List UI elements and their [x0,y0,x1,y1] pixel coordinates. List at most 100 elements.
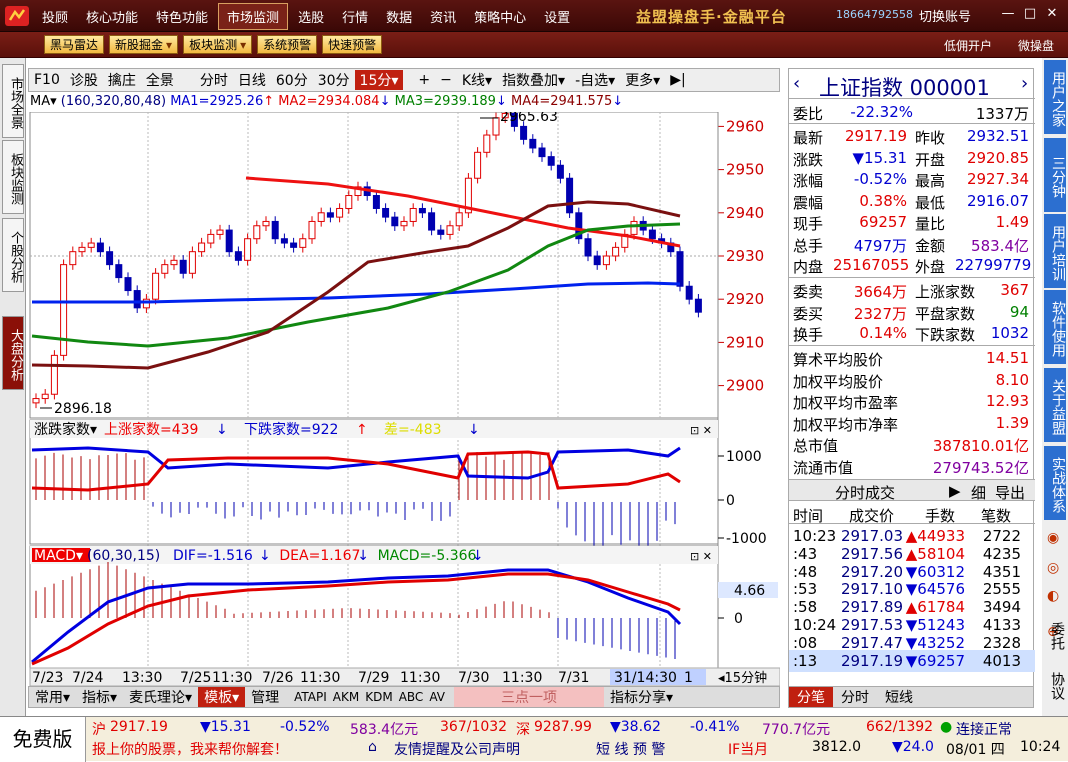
chart-tool-10[interactable]: − [435,72,457,88]
chart-tool-2[interactable]: 擒庄 [103,70,141,90]
side-tab-0[interactable]: 用户之家 [1044,60,1066,134]
sz-updown: 662/1392 [866,719,933,735]
chart-tool-11[interactable]: K线▾ [457,70,497,90]
left-tab-1[interactable]: 板块监测 [2,140,24,214]
quote-row-5-cell: 4797万 [833,235,907,256]
flame-icon[interactable]: ◉ [1047,530,1059,546]
indicator-tab-3[interactable]: 模板▾ [198,687,245,707]
quote-tab-1[interactable]: 分时 [833,687,877,707]
quote-tab-2[interactable]: 短线 [877,687,921,707]
chart-area[interactable]: 2960 2950 2940 2930 2920 2910 2900 2965.63 289… [28,112,780,688]
sh-index[interactable]: 2917.19 [110,719,168,735]
side-tab-2[interactable]: 用户培训 [1044,214,1066,288]
candle-body [521,126,527,139]
chart-tool-1[interactable]: 诊股 [65,70,103,90]
feature-button-0[interactable]: 黑马雷达 [44,35,104,54]
menu-item-1[interactable]: 核心功能 [78,4,146,29]
chart-tool-9[interactable]: + [413,72,435,88]
toolbar-link-1[interactable]: 微操盘 [1018,37,1054,54]
menu-item-6[interactable]: 数据 [378,4,420,29]
sh-pct: -0.52% [280,719,330,735]
notice-link[interactable]: 友情提醒及公司声明 [394,739,520,759]
menu-item-4[interactable]: 选股 [290,4,332,29]
stat-row-2: 换手 0.14% 下跌家数 1032 [789,322,1035,344]
ma-label[interactable]: MA [30,94,50,109]
indicator-tab-6[interactable]: AKM [330,690,362,704]
side-entrust-label[interactable]: 委托 [1047,622,1067,650]
menu-item-0[interactable]: 投顾 [34,4,76,29]
left-tab-0[interactable]: 市场全景 [2,64,24,138]
quote-row-4-cell: 量比 [915,213,945,234]
left-tab-3[interactable]: 大盘分析 [2,316,24,390]
ticks-export-button[interactable]: 导出 [995,482,1025,503]
feature-button-3[interactable]: 系统预警 [257,35,317,54]
collapse-icon[interactable]: ▶| [665,72,690,88]
quote-row-2-cell: -0.52% [833,170,907,188]
candle-body [235,252,241,261]
indicator-tab-2[interactable]: 麦氏理论▾ [123,687,198,707]
ticks-detail-button[interactable]: 细 [971,482,986,503]
chart-tool-4[interactable]: 分时 [195,70,233,90]
indicator-tab-4[interactable]: 管理 [245,687,285,707]
menu-item-9[interactable]: 设置 [536,4,578,29]
feature-button-4[interactable]: 快速预警 [322,35,382,54]
menu-item-7[interactable]: 资讯 [422,4,464,29]
close-icon[interactable]: ✕ [1044,6,1060,22]
indicator-tab-1[interactable]: 指标▾ [76,687,123,707]
quote-tab-0[interactable]: 分笔 [789,687,833,707]
minimize-icon[interactable]: — [1000,6,1016,22]
menu-item-8[interactable]: 策略中心 [466,4,534,29]
sz-index[interactable]: 9287.99 [534,719,592,735]
chart-tool-0[interactable]: F10 [29,72,65,88]
candle-body [373,196,379,209]
feature-button-1[interactable]: 新股掘金 [109,35,178,54]
side-tab-5[interactable]: 实战体系 [1044,446,1066,520]
candle-body [171,260,177,264]
indicator-tab-7[interactable]: KDM [362,690,395,704]
side-protocol-label[interactable]: 协议 [1047,672,1067,700]
candle-body [337,208,343,217]
time-axis-tick: 11:30 [502,670,542,686]
chart-tool-14[interactable]: 更多▾ [620,70,665,90]
chart-tool-7[interactable]: 30分 [313,70,355,90]
time-axis-tick: 13:30 [122,670,162,686]
indicator-tab-10[interactable]: 三点一项 [454,687,604,707]
chart-tool-5[interactable]: 日线 [233,70,271,90]
chart-tool-6[interactable]: 60分 [271,70,313,90]
user-icon[interactable]: ◐ [1047,588,1059,604]
scroll-message[interactable]: 报上你的股票，我来帮你解套！ [92,739,288,759]
side-tab-3[interactable]: 软件使用 [1044,290,1066,364]
indicator-tab-8[interactable]: ABC [396,690,427,704]
chart-tool-12[interactable]: 指数叠加▾ [497,70,570,90]
side-tab-4[interactable]: 关于益盟 [1044,368,1066,442]
quote-row-1-cell: 2920.85 [955,149,1029,167]
chat-icon[interactable]: ◎ [1047,560,1059,576]
indicator-tab-9[interactable]: AV [426,690,448,704]
candle-body [438,230,444,234]
chart-tool-3[interactable]: 全景 [141,70,179,90]
quote-row-4-cell: 1.49 [955,213,1029,231]
ticks-play-icon[interactable]: ▶ [949,482,961,500]
prev-stock-icon[interactable]: ‹ [793,73,800,94]
weibi-row-cell: 委比 [793,103,823,124]
menu-item-2[interactable]: 特色功能 [148,4,216,29]
indicator-tab-5[interactable]: ATAPI [291,690,330,704]
feature-button-2[interactable]: 板块监测 [183,35,252,54]
menu-item-3[interactable]: 市场监测 [218,3,288,30]
side-tab-1[interactable]: 三分钟 [1044,138,1066,212]
chart-tool-8[interactable]: 15分▾ [355,70,404,90]
switch-account-link[interactable]: 切换账号 [919,6,971,25]
updown-label: 涨跌家数▾ [34,421,97,438]
menu-item-5[interactable]: 行情 [334,4,376,29]
candle-body [107,252,113,265]
chart-tool-13[interactable]: -自选▾ [570,70,620,90]
candle-body [475,152,481,178]
short-alert-link[interactable]: 短 线 预 警 [596,739,665,759]
avg-row-3: 加权平均市净率 1.39 [789,412,1035,434]
indicator-tab-11[interactable]: 指标分享▾ [604,687,679,707]
toolbar-link-0[interactable]: 低佣开户 [944,37,992,54]
maximize-icon[interactable]: □ [1022,6,1038,22]
left-tab-2[interactable]: 个股分析 [2,218,24,292]
indicator-tab-0[interactable]: 常用▾ [29,687,76,707]
next-stock-icon[interactable]: › [1021,73,1028,94]
